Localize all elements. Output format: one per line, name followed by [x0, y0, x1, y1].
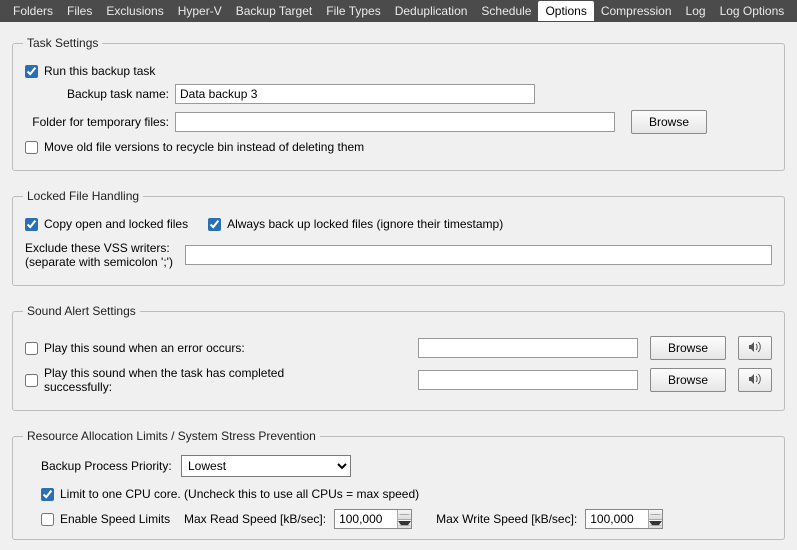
exclude-vss-input[interactable]: [185, 245, 772, 265]
resource-limits-legend: Resource Allocation Limits / System Stre…: [23, 429, 320, 443]
sound-alert-group: Sound Alert Settings Play this sound whe…: [12, 304, 785, 411]
sound-success-path-input[interactable]: [418, 370, 638, 390]
sound-success-checkbox[interactable]: [25, 374, 38, 387]
tab-file-types[interactable]: File Types: [319, 1, 387, 21]
locked-file-legend: Locked File Handling: [23, 189, 143, 203]
speaker-icon: [748, 341, 762, 356]
sound-error-label: Play this sound when an error occurs:: [44, 341, 344, 355]
temp-folder-browse-button[interactable]: Browse: [631, 110, 707, 134]
copy-locked-checkbox[interactable]: [25, 218, 38, 231]
tab-folders[interactable]: Folders: [6, 1, 60, 21]
sound-success-label: Play this sound when the task has comple…: [44, 366, 344, 394]
always-backup-locked-checkbox[interactable]: [208, 218, 221, 231]
sound-alert-legend: Sound Alert Settings: [23, 304, 140, 318]
spinner-down-icon[interactable]: [649, 520, 662, 529]
backup-name-label: Backup task name:: [67, 87, 169, 101]
resource-limits-group: Resource Allocation Limits / System Stre…: [12, 429, 785, 540]
exclude-vss-label-line2: (separate with semicolon ';'): [25, 255, 185, 269]
sound-success-play-button[interactable]: [738, 368, 772, 392]
sound-error-path-input[interactable]: [418, 338, 638, 358]
options-panel: Task Settings Run this backup task Backu…: [0, 22, 797, 550]
tab-schedule[interactable]: Schedule: [474, 1, 538, 21]
max-read-input[interactable]: [335, 510, 397, 528]
tab-deduplication[interactable]: Deduplication: [388, 1, 475, 21]
recycle-bin-checkbox[interactable]: [25, 141, 38, 154]
enable-speed-checkbox[interactable]: [41, 513, 54, 526]
max-write-input[interactable]: [586, 510, 648, 528]
spinner-up-icon[interactable]: [398, 510, 411, 520]
tab-options[interactable]: Options: [538, 1, 593, 21]
sound-error-play-button[interactable]: [738, 336, 772, 360]
top-tab-bar: Folders Files Exclusions Hyper-V Backup …: [0, 0, 797, 22]
task-settings-legend: Task Settings: [23, 36, 102, 50]
exclude-vss-label-line1: Exclude these VSS writers:: [25, 241, 185, 255]
tab-exclusions[interactable]: Exclusions: [99, 1, 170, 21]
always-backup-locked-label: Always back up locked files (ignore thei…: [227, 217, 503, 231]
sound-error-browse-button[interactable]: Browse: [650, 336, 726, 360]
temp-folder-input[interactable]: [175, 112, 615, 132]
run-task-checkbox[interactable]: [25, 65, 38, 78]
priority-combo[interactable]: Lowest: [181, 455, 351, 477]
recycle-bin-label: Move old file versions to recycle bin in…: [44, 140, 364, 154]
copy-locked-label: Copy open and locked files: [44, 217, 188, 231]
tab-backup-target[interactable]: Backup Target: [229, 1, 320, 21]
task-settings-group: Task Settings Run this backup task Backu…: [12, 36, 785, 171]
max-write-spinner[interactable]: [585, 509, 663, 529]
speaker-icon: [748, 373, 762, 388]
max-read-spinner[interactable]: [334, 509, 412, 529]
tab-hyperv[interactable]: Hyper-V: [171, 1, 229, 21]
max-read-label: Max Read Speed [kB/sec]:: [184, 512, 326, 526]
locked-file-group: Locked File Handling Copy open and locke…: [12, 189, 785, 286]
tab-files[interactable]: Files: [60, 1, 99, 21]
backup-name-input[interactable]: [175, 84, 535, 104]
limit-cpu-checkbox[interactable]: [41, 488, 54, 501]
run-task-label: Run this backup task: [44, 64, 155, 78]
max-write-label: Max Write Speed [kB/sec]:: [436, 512, 577, 526]
tab-progress[interactable]: Progress: [791, 1, 797, 21]
tab-log-options[interactable]: Log Options: [713, 1, 792, 21]
sound-success-browse-button[interactable]: Browse: [650, 368, 726, 392]
enable-speed-label: Enable Speed Limits: [60, 512, 180, 526]
priority-label: Backup Process Priority:: [41, 459, 181, 473]
temp-folder-label: Folder for temporary files:: [32, 115, 169, 129]
sound-error-checkbox[interactable]: [25, 342, 38, 355]
tab-compression[interactable]: Compression: [594, 1, 679, 21]
spinner-down-icon[interactable]: [398, 520, 411, 529]
tab-log[interactable]: Log: [679, 1, 713, 21]
spinner-up-icon[interactable]: [649, 510, 662, 520]
limit-cpu-label: Limit to one CPU core. (Uncheck this to …: [60, 487, 419, 501]
